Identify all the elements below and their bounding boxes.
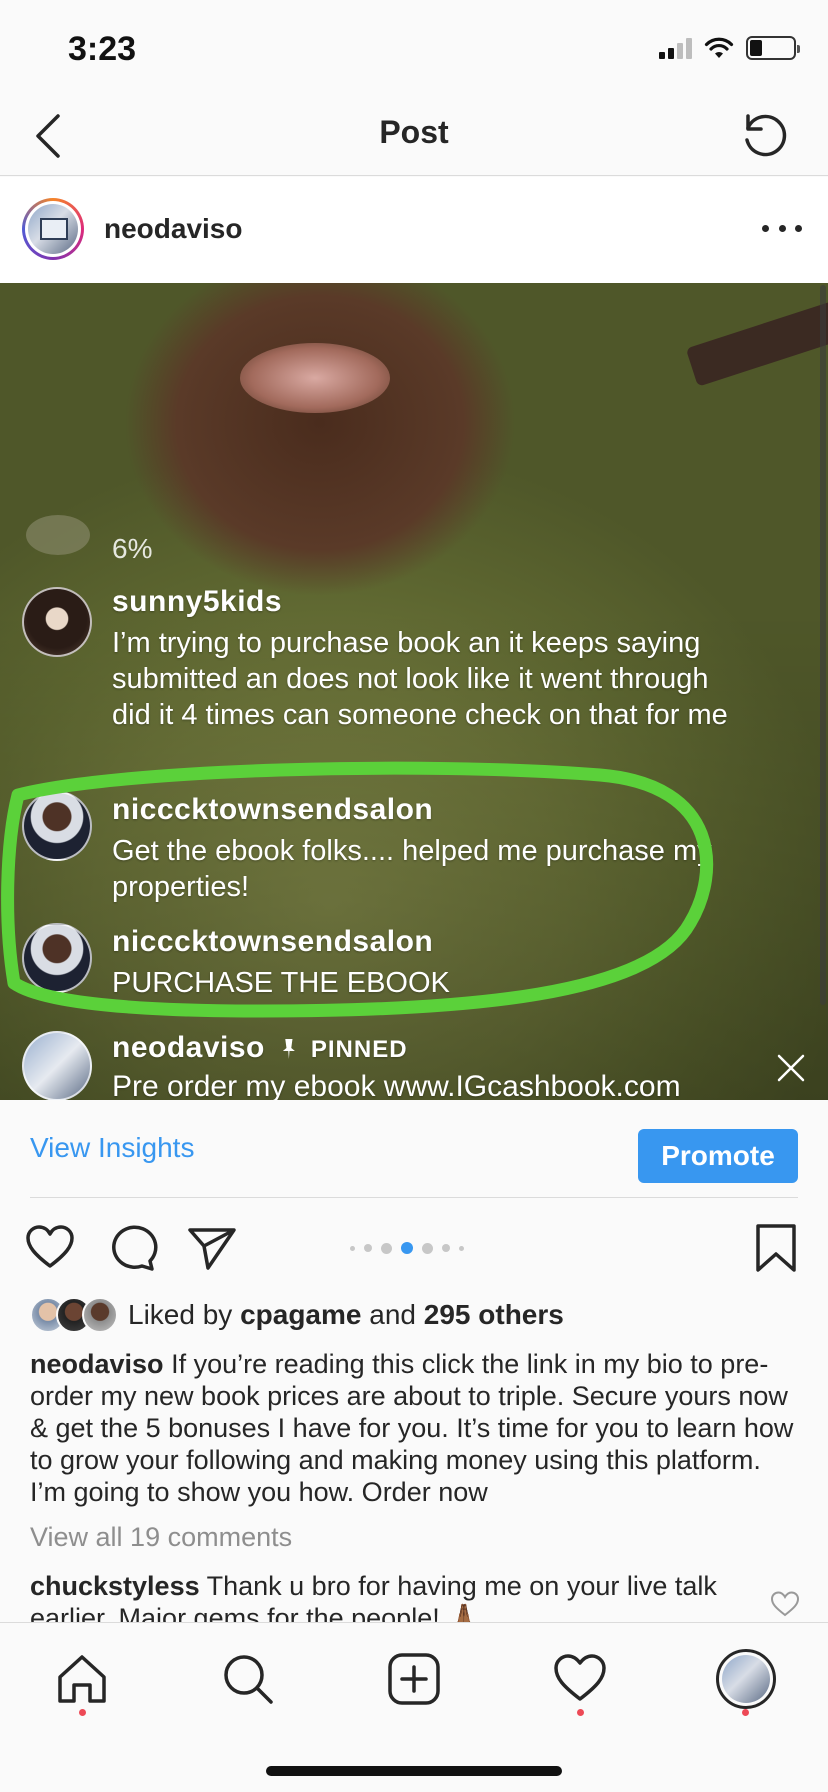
post-media[interactable]: 6% sunny5kids I’m trying to purchase boo… <box>0 283 828 1100</box>
pinned-tag: PINNED <box>310 1036 408 1063</box>
share-icon[interactable] <box>186 1222 238 1274</box>
profile-tab-avatar[interactable] <box>716 1649 776 1709</box>
insights-row: View Insights Promote <box>0 1100 828 1198</box>
post-caption: neodaviso If you’re reading this click t… <box>30 1348 800 1508</box>
likes-text: Liked by cpagame and 295 others <box>128 1299 564 1330</box>
live-comment-username: sunny5kids <box>112 585 283 618</box>
nav-header: Post <box>0 96 828 176</box>
pinned-comment-username: neodaviso <box>112 1031 265 1064</box>
live-comment-text: PURCHASE THE EBOOK <box>112 967 450 999</box>
avatar[interactable] <box>22 198 84 260</box>
comment-heart-icon[interactable] <box>770 1590 800 1618</box>
post-header: neodaviso <box>0 177 828 283</box>
live-comment-text: I’m trying to purchase book an it keeps … <box>112 627 728 731</box>
new-post-icon[interactable] <box>386 1651 442 1707</box>
post-username[interactable]: neodaviso <box>104 213 242 245</box>
live-percent: 6% <box>112 533 153 564</box>
status-bar: 3:23 <box>0 0 828 96</box>
comment-icon[interactable] <box>106 1222 158 1274</box>
likes-row[interactable]: Liked by cpagame and 295 others <box>30 1295 564 1335</box>
view-insights-link[interactable]: View Insights <box>30 1132 194 1164</box>
bookmark-icon[interactable] <box>750 1222 802 1274</box>
home-notification-dot <box>79 1709 86 1716</box>
search-icon[interactable] <box>220 1651 276 1707</box>
refresh-icon[interactable] <box>736 106 792 162</box>
activity-heart-icon[interactable] <box>552 1651 608 1707</box>
home-icon[interactable] <box>54 1651 110 1707</box>
live-comment-avatar <box>22 587 92 657</box>
live-comment-avatar <box>22 791 92 861</box>
pinned-comment-header: neodaviso PINNED <box>112 1031 408 1065</box>
view-all-comments-link[interactable]: View all 19 comments <box>30 1522 292 1553</box>
actions-row <box>0 1198 828 1298</box>
promote-button[interactable]: Promote <box>638 1129 798 1183</box>
status-time: 3:23 <box>68 30 137 68</box>
caption-username[interactable]: neodaviso <box>30 1349 164 1379</box>
battery-icon <box>746 36 800 60</box>
home-indicator[interactable] <box>266 1766 562 1776</box>
pinned-comment-text: Pre order my ebook www.IGcashbook.com <box>112 1070 681 1100</box>
pinned-comment-avatar <box>22 1031 92 1100</box>
close-icon[interactable] <box>776 1053 806 1083</box>
carousel-dots <box>350 1242 464 1254</box>
activity-notification-dot <box>577 1709 584 1716</box>
profile-notification-dot <box>742 1709 749 1716</box>
liker-avatars <box>30 1297 124 1333</box>
live-avatar-partial <box>26 515 90 555</box>
heart-icon[interactable] <box>24 1222 76 1274</box>
liker-username[interactable]: cpagame <box>240 1299 361 1330</box>
live-comment-avatar <box>22 923 92 993</box>
pin-icon <box>282 1039 295 1059</box>
wifi-icon <box>704 37 734 58</box>
live-comment-username: nicccktownsendsalon <box>112 925 434 958</box>
comment-username[interactable]: chuckstyless <box>30 1571 200 1601</box>
live-comment-username: nicccktownsendsalon <box>112 793 434 826</box>
more-options-button[interactable] <box>762 213 802 243</box>
live-comment-text: Get the ebook folks.... helped me purcha… <box>112 835 712 903</box>
page-title: Post <box>379 114 449 150</box>
likes-count[interactable]: 295 others <box>424 1299 564 1330</box>
status-icons <box>659 36 800 60</box>
signal-icon <box>659 37 692 59</box>
media-scrollbar <box>820 285 826 1005</box>
